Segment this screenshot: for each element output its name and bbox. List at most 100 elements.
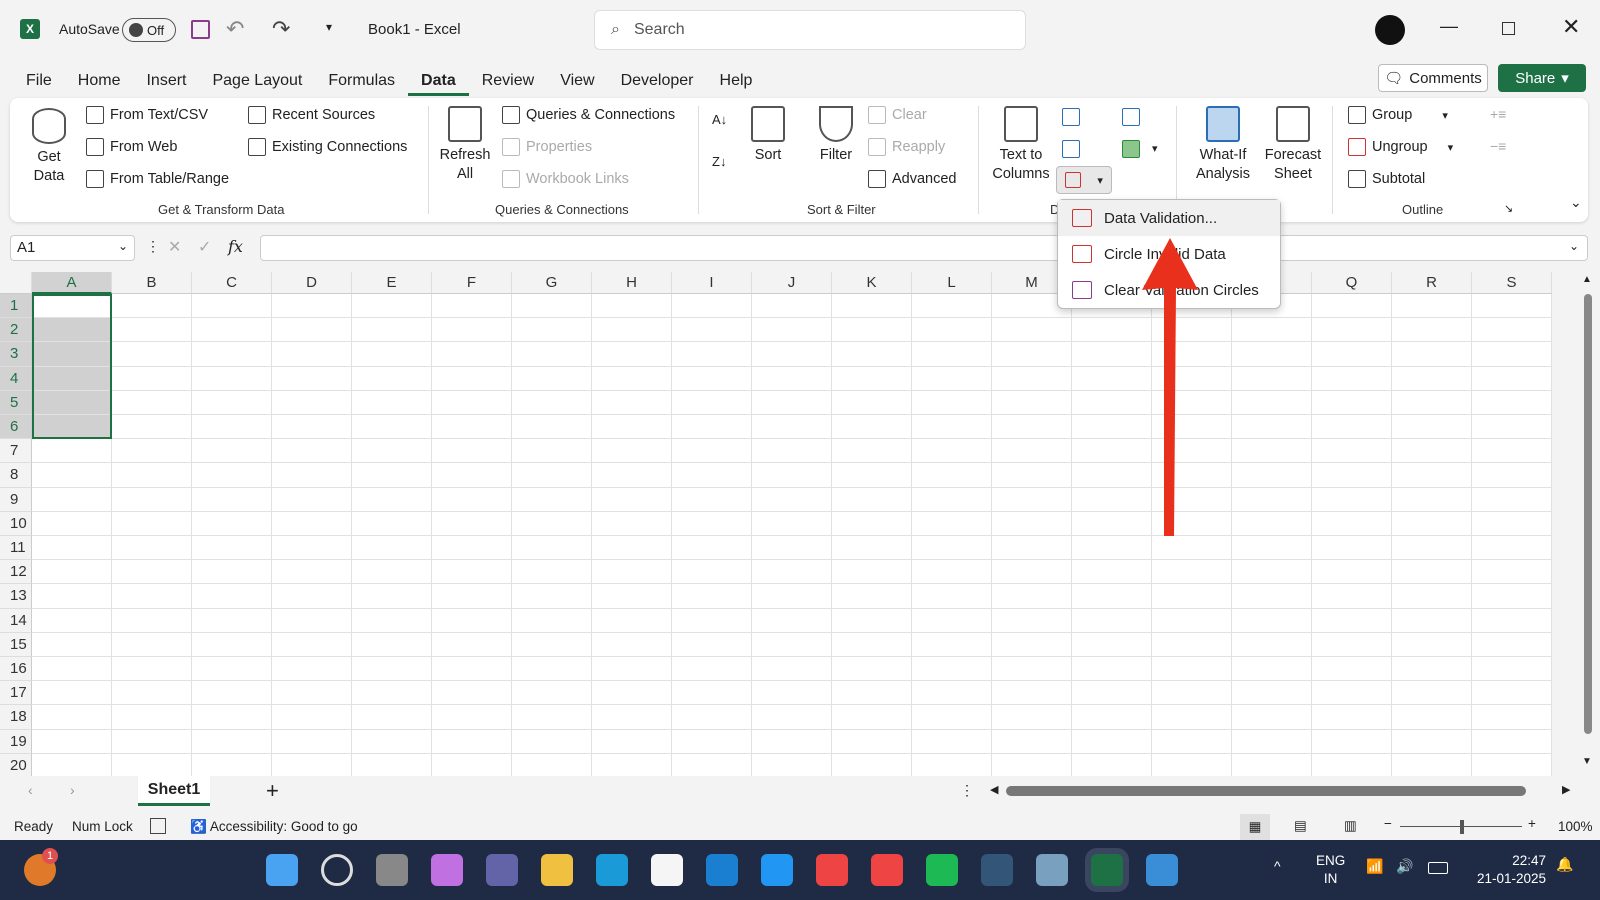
cell[interactable] (112, 487, 192, 512)
cell[interactable] (832, 390, 912, 415)
cell[interactable] (912, 681, 992, 706)
cell[interactable] (912, 560, 992, 585)
cell[interactable] (672, 705, 752, 730)
row-header[interactable]: 14 (0, 608, 32, 633)
cell[interactable] (1312, 632, 1392, 657)
outline-dialog-launcher-icon[interactable]: ↘ (1504, 202, 1513, 215)
row-header[interactable]: 12 (0, 560, 32, 585)
next-sheet-icon[interactable]: › (70, 782, 75, 798)
row-header[interactable]: 7 (0, 439, 32, 464)
cell[interactable] (672, 681, 752, 706)
text-to-columns-button[interactable]: Text to Columns (988, 106, 1054, 184)
cell[interactable] (112, 294, 192, 319)
cell[interactable] (192, 487, 272, 512)
cell[interactable] (352, 608, 432, 633)
volume-icon[interactable]: 🔊 (1396, 858, 1413, 875)
cell[interactable] (272, 560, 352, 585)
cell[interactable] (672, 753, 752, 778)
cell[interactable] (512, 632, 592, 657)
cell[interactable] (1312, 753, 1392, 778)
queries-connections-button[interactable]: Queries & Connections (502, 106, 675, 124)
cell[interactable] (512, 318, 592, 343)
cell[interactable] (192, 366, 272, 391)
cell[interactable] (1392, 681, 1472, 706)
cell[interactable] (752, 439, 832, 464)
cell[interactable] (1152, 681, 1232, 706)
horizontal-scrollbar[interactable]: ◀ ▶ (990, 782, 1570, 800)
cell[interactable] (1312, 560, 1392, 585)
forecast-sheet-button[interactable]: Forecast Sheet (1262, 106, 1324, 184)
cell[interactable] (832, 705, 912, 730)
cell[interactable] (112, 705, 192, 730)
cell[interactable] (192, 390, 272, 415)
cell[interactable] (1152, 632, 1232, 657)
cell[interactable] (832, 560, 912, 585)
from-web-button[interactable]: From Web (86, 138, 177, 156)
cell[interactable] (112, 560, 192, 585)
cell[interactable] (592, 753, 672, 778)
cell[interactable] (592, 487, 672, 512)
cell[interactable] (192, 705, 272, 730)
from-text-csv-button[interactable]: From Text/CSV (86, 106, 208, 124)
cell[interactable] (32, 632, 112, 657)
cell[interactable] (112, 681, 192, 706)
page-layout-view-icon[interactable]: ▤ (1294, 818, 1307, 834)
flash-fill-icon[interactable] (1062, 108, 1080, 126)
cell[interactable] (592, 657, 672, 682)
cell[interactable] (752, 366, 832, 391)
cell[interactable] (672, 294, 752, 319)
cell[interactable] (1392, 366, 1472, 391)
cell[interactable] (1232, 536, 1312, 561)
cell[interactable] (1312, 294, 1392, 319)
cell[interactable] (432, 536, 512, 561)
spotify-icon[interactable] (926, 854, 958, 886)
cell[interactable] (512, 753, 592, 778)
menu-item-data-validation[interactable]: Data Validation... (1058, 200, 1280, 236)
cell[interactable] (432, 608, 512, 633)
cell[interactable] (992, 487, 1072, 512)
file-explorer-icon[interactable] (541, 854, 573, 886)
cell[interactable] (672, 390, 752, 415)
cell[interactable] (1232, 632, 1312, 657)
cell[interactable] (1312, 511, 1392, 536)
cell[interactable] (592, 560, 672, 585)
cell[interactable] (272, 536, 352, 561)
cell[interactable] (1472, 294, 1552, 319)
cell[interactable] (1072, 608, 1152, 633)
cell[interactable] (832, 632, 912, 657)
cell[interactable] (832, 318, 912, 343)
cell[interactable] (1472, 705, 1552, 730)
cell[interactable] (352, 729, 432, 754)
cell[interactable] (752, 390, 832, 415)
cell[interactable] (592, 536, 672, 561)
sort-descending-button[interactable]: Z↓ (712, 154, 726, 169)
cell[interactable] (192, 608, 272, 633)
cell[interactable] (992, 584, 1072, 609)
cell[interactable] (272, 753, 352, 778)
cell[interactable] (432, 632, 512, 657)
cell[interactable] (272, 584, 352, 609)
cell[interactable] (592, 584, 672, 609)
cell[interactable] (1392, 439, 1472, 464)
column-header[interactable]: I (672, 272, 752, 294)
cell[interactable] (752, 705, 832, 730)
cell[interactable] (512, 463, 592, 488)
cell[interactable] (912, 632, 992, 657)
row-header[interactable]: 19 (0, 729, 32, 754)
cell[interactable] (1392, 342, 1472, 367)
cell[interactable] (1232, 366, 1312, 391)
cell[interactable] (752, 681, 832, 706)
cell[interactable] (512, 415, 592, 440)
cell[interactable] (672, 487, 752, 512)
cell[interactable] (192, 511, 272, 536)
row-header[interactable]: 10 (0, 511, 32, 536)
cell[interactable] (592, 342, 672, 367)
cell[interactable] (512, 584, 592, 609)
cell[interactable] (1152, 657, 1232, 682)
cell[interactable] (192, 657, 272, 682)
cell[interactable] (832, 294, 912, 319)
cell[interactable] (912, 657, 992, 682)
cell[interactable] (352, 342, 432, 367)
cell[interactable] (112, 511, 192, 536)
cell[interactable] (672, 560, 752, 585)
